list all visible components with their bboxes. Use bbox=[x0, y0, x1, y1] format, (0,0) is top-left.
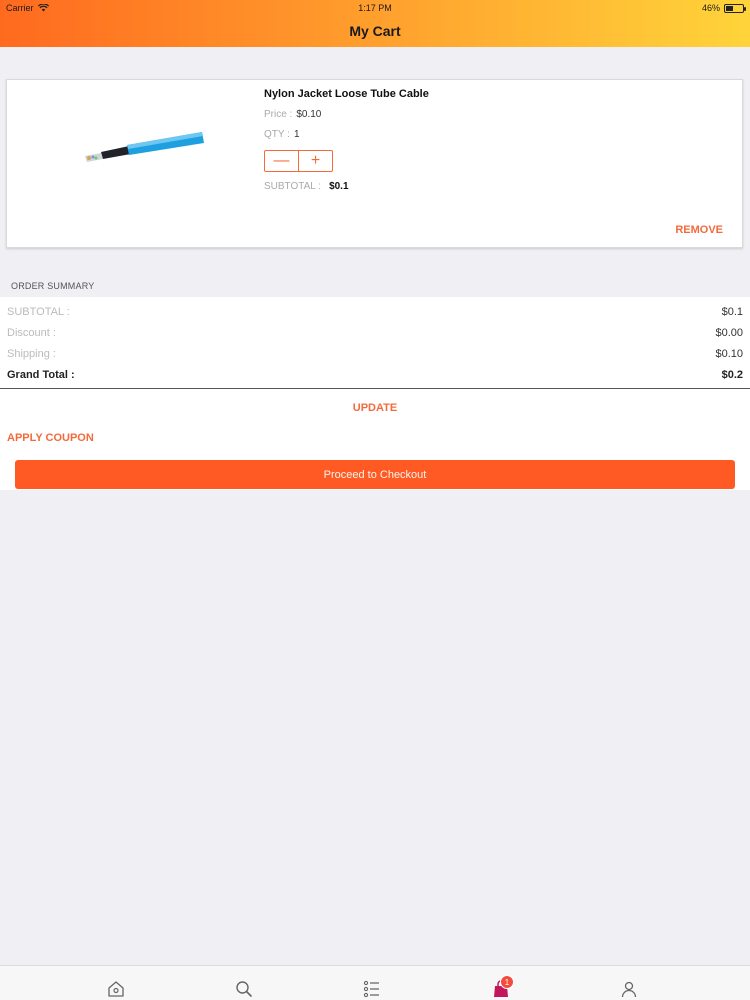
status-right: 46% bbox=[701, 3, 746, 13]
tab-categories[interactable] bbox=[362, 979, 382, 999]
cart-item-card: Nylon Jacket Loose Tube Cable Price : $0.… bbox=[6, 79, 743, 248]
search-icon bbox=[236, 981, 252, 997]
tab-home[interactable] bbox=[106, 979, 126, 999]
item-subtotal-value: $0.1 bbox=[329, 181, 349, 192]
apply-coupon-button[interactable]: APPLY COUPON bbox=[7, 432, 94, 444]
summary-row-subtotal: SUBTOTAL : $0.1 bbox=[7, 306, 743, 318]
summary-value: $0.1 bbox=[721, 306, 743, 318]
price-row: Price : $0.10 bbox=[264, 109, 321, 120]
page-title: My Cart bbox=[349, 23, 401, 39]
summary-row-shipping: Shipping : $0.10 bbox=[7, 348, 743, 360]
item-subtotal-label: SUBTOTAL : bbox=[264, 181, 322, 192]
product-name[interactable]: Nylon Jacket Loose Tube Cable bbox=[264, 88, 429, 100]
update-button[interactable]: UPDATE bbox=[0, 402, 750, 414]
item-subtotal-row: SUBTOTAL : $0.1 bbox=[264, 181, 349, 192]
battery-icon bbox=[724, 3, 746, 13]
cart-actions: UPDATE APPLY COUPON Proceed to Checkout bbox=[0, 389, 750, 490]
increment-button[interactable]: + bbox=[298, 151, 332, 171]
summary-value: $0.2 bbox=[721, 369, 743, 381]
tab-search[interactable] bbox=[234, 979, 254, 999]
summary-value: $0.10 bbox=[715, 348, 743, 360]
home-icon bbox=[108, 981, 124, 997]
status-time: 1:17 PM bbox=[358, 3, 392, 13]
quantity-stepper: — + bbox=[264, 150, 333, 172]
remove-button[interactable]: REMOVE bbox=[675, 224, 723, 236]
tab-cart[interactable]: 1 bbox=[491, 975, 514, 999]
summary-label: SUBTOTAL : bbox=[7, 306, 70, 318]
tab-profile[interactable] bbox=[619, 979, 639, 999]
cart-count-badge: 1 bbox=[500, 975, 514, 989]
summary-label: Shipping : bbox=[7, 348, 56, 360]
summary-value: $0.00 bbox=[715, 327, 743, 339]
summary-label: Grand Total : bbox=[7, 369, 75, 381]
summary-row-discount: Discount : $0.00 bbox=[7, 327, 743, 339]
checkout-button[interactable]: Proceed to Checkout bbox=[15, 460, 735, 489]
tab-bar: 1 bbox=[0, 965, 750, 1000]
summary-label: Discount : bbox=[7, 327, 56, 339]
order-summary-heading: ORDER SUMMARY bbox=[11, 281, 95, 291]
order-summary: SUBTOTAL : $0.1 Discount : $0.00 Shippin… bbox=[0, 297, 750, 389]
decrement-button[interactable]: — bbox=[265, 151, 298, 171]
price-label: Price : bbox=[264, 109, 293, 120]
profile-icon bbox=[621, 981, 637, 998]
product-image[interactable] bbox=[81, 128, 211, 164]
price-value: $0.10 bbox=[296, 109, 322, 120]
qty-row: QTY :1 bbox=[264, 129, 300, 140]
summary-row-grand-total: Grand Total : $0.2 bbox=[7, 369, 743, 381]
qty-label: QTY : bbox=[264, 129, 290, 140]
battery-percent: 46% bbox=[701, 3, 720, 13]
qty-value: 1 bbox=[293, 129, 300, 140]
app-header: Carrier 1:17 PM 46% My Cart bbox=[0, 0, 750, 47]
list-icon bbox=[363, 980, 379, 998]
